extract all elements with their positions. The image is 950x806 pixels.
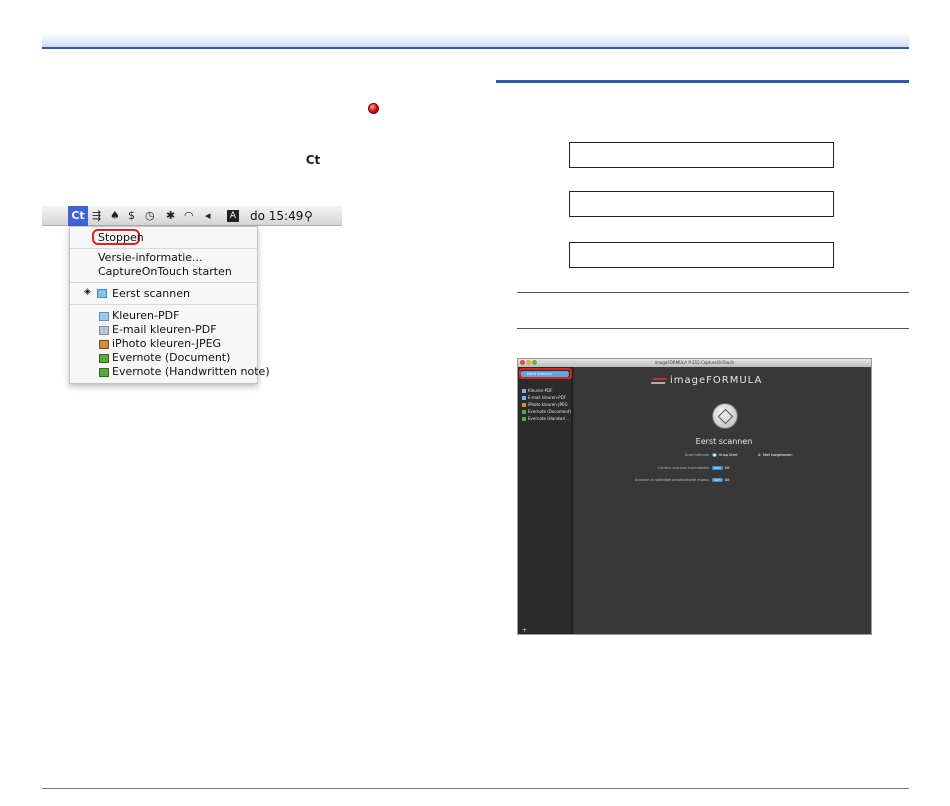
mac-menubar: Ct ⇶ ♠ $ ◷ ✱ ◠ ◂ A do 15:49 ⚲ xyxy=(42,205,342,226)
unassigned-icon: ⊘ xyxy=(758,453,761,457)
menu-item-stop[interactable]: Stoppen xyxy=(98,231,144,244)
sidebar-item[interactable]: iPhoto kleuren-JPEG xyxy=(522,402,568,407)
time-machine-icon[interactable]: ◷ xyxy=(145,209,155,222)
window-title: imageFORMULA P-215 CaptureOnTouch xyxy=(654,360,735,365)
menu-item-job[interactable]: E-mail kleuren-PDF xyxy=(112,323,217,336)
blank-field-3[interactable] xyxy=(569,242,834,268)
first-scan-highlight-box xyxy=(519,368,572,379)
evernote-icon xyxy=(522,417,526,421)
section-header-rule xyxy=(496,80,909,83)
keyboard-icon[interactable]: A xyxy=(227,209,239,222)
full-auto-label: Scannen in volledige automatische modus xyxy=(634,478,709,482)
menu-separator xyxy=(70,248,257,249)
divider-1 xyxy=(517,292,909,293)
menu-item-first-scan[interactable]: Eerst scannen xyxy=(112,287,190,300)
menu-separator xyxy=(70,304,257,305)
menu-item-job[interactable]: Kleuren-PDF xyxy=(112,309,179,322)
start-scan-button[interactable] xyxy=(712,403,738,429)
evernote-icon xyxy=(522,410,526,414)
wifi-icon[interactable]: ◠ xyxy=(184,209,194,222)
volume-icon[interactable]: ◂ xyxy=(205,209,211,222)
window-titlebar: imageFORMULA P-215 CaptureOnTouch xyxy=(518,359,871,367)
continuous-scan-label: Continu scannen inschakelen xyxy=(657,466,709,470)
scan-method-value[interactable]: ● Knop Start xyxy=(712,453,738,457)
scan-job-icon xyxy=(97,289,107,298)
sidebar-item[interactable]: Evernote (Handwri... xyxy=(522,416,569,421)
folder-icon xyxy=(522,389,526,393)
mail-icon xyxy=(522,396,526,400)
airdrop-icon[interactable]: ⇶ xyxy=(92,209,101,222)
capture-on-touch-window: imageFORMULA P-215 CaptureOnTouch Eerst … xyxy=(517,358,872,635)
menu-item-job[interactable]: Evernote (Document) xyxy=(112,351,230,364)
iphoto-icon xyxy=(99,340,109,349)
bluetooth-icon[interactable]: ✱ xyxy=(166,209,175,222)
continuous-scan-toggle[interactable]: Aan Uit xyxy=(712,466,730,470)
capture-on-touch-menubar-icon[interactable]: Ct xyxy=(68,205,88,226)
app-logo: imageFORMULA xyxy=(670,375,763,386)
evernote-icon xyxy=(99,354,109,363)
record-dot-icon xyxy=(368,103,379,114)
menu-separator xyxy=(70,282,257,283)
mail-icon xyxy=(99,326,109,335)
scrivener-icon[interactable]: $ xyxy=(128,209,135,222)
sidebar-item[interactable]: Kleuren-PDF xyxy=(522,388,553,393)
menu-item-job[interactable]: Evernote (Handwritten note) xyxy=(112,365,270,378)
divider-2 xyxy=(517,328,909,329)
sidebar-item[interactable]: E-mail kleuren-PDF xyxy=(522,395,566,400)
iphoto-icon xyxy=(522,403,526,407)
start-diamond-icon xyxy=(717,408,734,425)
menubar-clock[interactable]: do 15:49 xyxy=(250,209,303,223)
add-job-button[interactable]: + xyxy=(522,627,527,634)
unassigned-option[interactable]: ⊘ Niet toegewezen xyxy=(758,453,792,457)
evernote-icon[interactable]: ♠ xyxy=(110,209,120,222)
folder-icon xyxy=(99,312,109,321)
menu-item-start-app[interactable]: CaptureOnTouch starten xyxy=(98,265,232,278)
header-rule xyxy=(42,32,909,49)
full-auto-toggle[interactable]: Aan Uit xyxy=(712,478,730,482)
sidebar-item[interactable]: Evernote (Document) xyxy=(522,409,571,414)
job-sidebar: Eerst scannen Kleuren-PDF E-mail kleuren… xyxy=(518,367,573,634)
footer-rule xyxy=(42,788,909,789)
menu-item-version-info[interactable]: Versie-informatie... xyxy=(98,251,203,264)
scan-method-label: Scanmethode xyxy=(684,453,709,457)
blank-field-2[interactable] xyxy=(569,191,834,217)
spotlight-search-icon[interactable]: ⚲ xyxy=(304,209,313,223)
start-diamond-icon: ◈ xyxy=(84,287,91,297)
menu-item-job[interactable]: iPhoto kleuren-JPEG xyxy=(112,337,221,350)
capture-on-touch-menu: Stoppen Versie-informatie... CaptureOnTo… xyxy=(69,226,270,384)
blank-field-1[interactable] xyxy=(569,142,834,168)
capture-on-touch-icon: Ct xyxy=(305,153,321,167)
job-detail-panel: imageFORMULA Eerst scannen Scanmethode ●… xyxy=(575,367,871,634)
job-title: Eerst scannen xyxy=(695,437,753,446)
evernote-icon xyxy=(99,368,109,377)
imageformula-logo-icon xyxy=(650,378,668,384)
radio-icon: ● xyxy=(712,453,718,457)
